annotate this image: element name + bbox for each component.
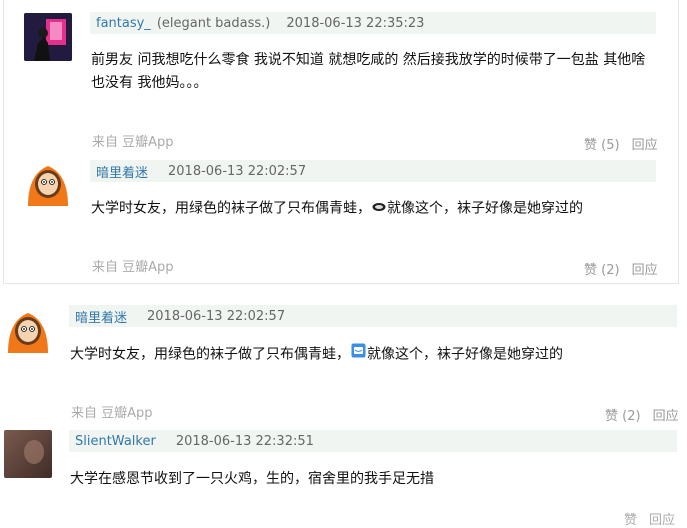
kenny-avatar-icon: [24, 158, 72, 206]
kenny-avatar-icon: [4, 305, 52, 353]
comment-text: 前男友 问我想吃什么零食 我说不知道 就想吃咸的 然后接我放学的时候带了一包盐 …: [91, 52, 646, 91]
like-button[interactable]: 赞 (5): [584, 134, 620, 153]
avatar-image: [4, 430, 52, 478]
comment-source: 来自 豆瓣App: [92, 260, 174, 275]
emoji-icon: [351, 343, 366, 366]
like-button[interactable]: 赞 (2): [605, 405, 641, 424]
comment-meta: 暗里着迷 2018-06-13 22:02:57: [69, 305, 677, 327]
comment-username[interactable]: 暗里着迷: [96, 162, 148, 181]
comment-timestamp: 2018-06-13 22:02:57: [147, 308, 286, 324]
comment-timestamp: 2018-06-13 22:35:23: [286, 15, 425, 31]
like-button[interactable]: 赞 (2): [584, 259, 620, 278]
comment-meta: fantasy_ (elegant badass.) 2018-06-13 22…: [90, 12, 656, 34]
comment-source: 来自 豆瓣App: [92, 135, 174, 150]
comment-meta: 暗里着迷 2018-06-13 22:02:57: [90, 160, 656, 182]
comment-timestamp: 2018-06-13 22:32:51: [175, 433, 314, 449]
comment-text: 大学时女友，用绿色的袜子做了只布偶青蛙， 就像这个，袜子好像是她穿过的: [91, 197, 661, 221]
avatar[interactable]: [4, 430, 52, 478]
reply-button[interactable]: 回应: [649, 509, 675, 528]
avatar[interactable]: [24, 13, 72, 61]
comment-username[interactable]: 暗里着迷: [75, 307, 127, 326]
comment-text: 大学时女友，用绿色的袜子做了只布偶青蛙， 就像这个，袜子好像是她穿过的: [70, 343, 670, 367]
reply-button[interactable]: 回应: [653, 405, 679, 424]
comment-timestamp: 2018-06-13 22:02:57: [168, 163, 307, 179]
comment-actions: 赞 (2) 回应: [584, 259, 658, 278]
comment-actions: 赞 (5) 回应: [584, 134, 658, 153]
sock-emoji-icon: [372, 197, 386, 220]
comment-actions: 赞 (2) 回应: [605, 405, 679, 424]
user-signature: (elegant badass.): [156, 15, 271, 31]
comment-source: 来自 豆瓣App: [71, 406, 153, 421]
comment-meta: SlientWalker 2018-06-13 22:32:51: [69, 430, 677, 452]
avatar[interactable]: [24, 158, 72, 206]
reply-button[interactable]: 回应: [632, 134, 658, 153]
comment-actions: 赞 回应: [624, 509, 675, 528]
comment-username[interactable]: SlientWalker: [75, 434, 156, 449]
comment-text: 大学在感恩节收到了一只火鸡，生的，宿舍里的我手足无措: [70, 471, 434, 487]
like-button[interactable]: 赞: [624, 509, 637, 528]
comment-username[interactable]: fantasy_: [96, 16, 151, 31]
reply-button[interactable]: 回应: [632, 259, 658, 278]
avatar[interactable]: [4, 305, 52, 353]
avatar-image: [24, 13, 72, 61]
